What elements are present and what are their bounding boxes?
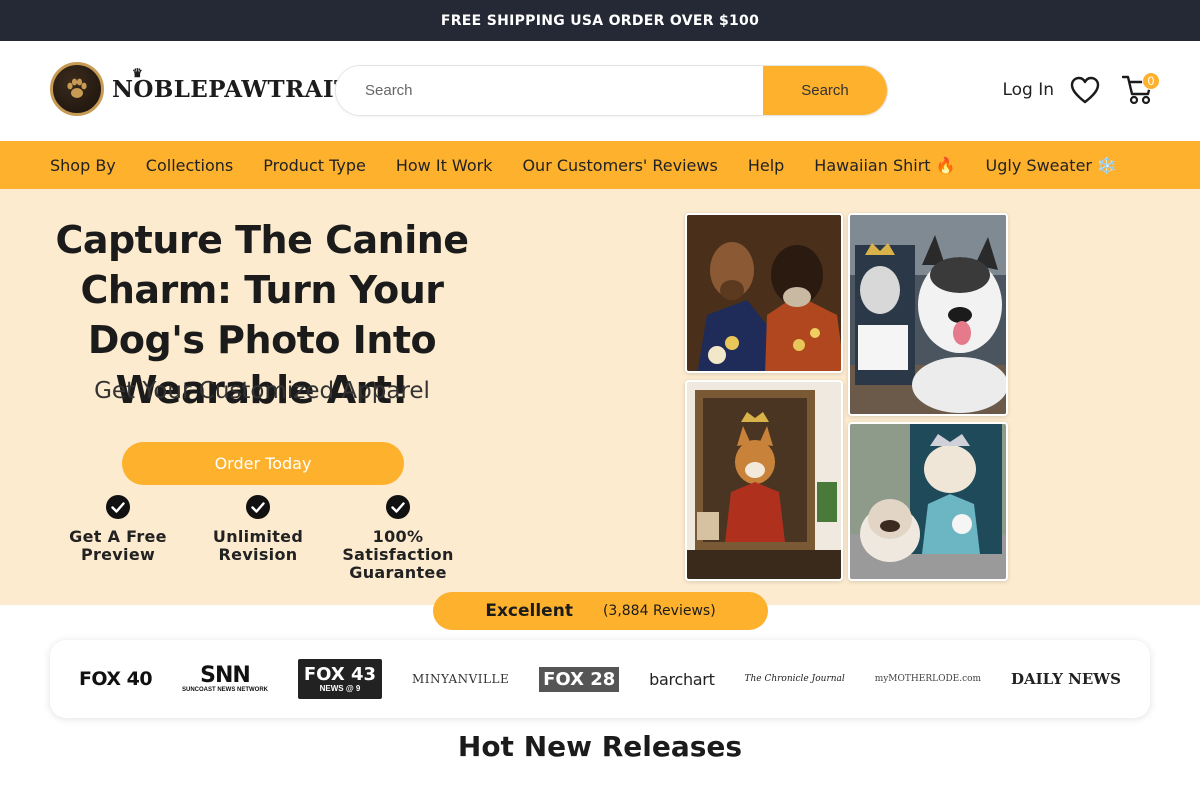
feature-label: 100% Satisfaction Guarantee <box>342 527 454 582</box>
site-header: ♛ NOBLEPAWTRAIT Search Log In 0 <box>0 41 1200 141</box>
press-logo-snn: SNN SUNCOAST NEWS NETWORK <box>182 663 268 694</box>
check-circle-icon <box>386 495 410 519</box>
cart-count-badge: 0 <box>1142 72 1160 90</box>
check-circle-icon <box>106 495 130 519</box>
bulldog-photo-image <box>848 422 1008 581</box>
corgi-portrait-image <box>685 380 843 581</box>
press-logo-chronicle-journal: The Chronicle Journal <box>744 674 845 684</box>
review-count: (3,884 Reviews) <box>602 603 716 619</box>
press-logo-mymotherlode: myMOTHERLODE.com <box>874 674 982 684</box>
press-logo-barchart: barchart <box>649 669 715 689</box>
press-logo-minyanville: MINYANVILLE <box>411 672 510 686</box>
press-logo-daily-news: DAILY NEWS <box>1010 670 1121 688</box>
nav-item-ugly-sweater[interactable]: Ugly Sweater ❄️ <box>986 156 1117 175</box>
press-logo-fox28: FOX 28 <box>539 659 620 699</box>
order-today-button[interactable]: Order Today <box>122 442 404 485</box>
announcement-text: FREE SHIPPING USA ORDER OVER $100 <box>440 12 760 29</box>
hot-new-releases-heading: Hot New Releases <box>457 730 743 763</box>
reviews-badge[interactable]: Excellent (3,884 Reviews) <box>433 592 768 630</box>
nav-item-product-type[interactable]: Product Type <box>263 156 366 175</box>
rating-label: Excellent <box>485 601 573 621</box>
brand-name: ♛ NOBLEPAWTRAIT <box>112 65 352 103</box>
nav-item-hawaiian-shirt[interactable]: Hawaiian Shirt 🔥 <box>814 156 955 175</box>
search-input[interactable] <box>336 66 763 115</box>
paw-badge-icon <box>50 62 104 116</box>
press-logo-fox43: FOX 43 NEWS @ 9 <box>297 659 383 699</box>
feature-free-preview: Get A Free Preview <box>48 495 188 564</box>
heart-icon[interactable] <box>1070 76 1100 104</box>
nav-item-how-it-work[interactable]: How It Work <box>396 156 493 175</box>
nav-item-help[interactable]: Help <box>748 156 784 175</box>
main-nav: Shop By Collections Product Type How It … <box>0 141 1200 189</box>
nav-item-reviews[interactable]: Our Customers' Reviews <box>522 156 717 175</box>
site-logo[interactable]: ♛ NOBLEPAWTRAIT <box>50 62 352 116</box>
cart-button[interactable]: 0 <box>1121 72 1160 106</box>
hero-subtitle: Get Your Customized Apparel <box>94 378 430 404</box>
feature-satisfaction-guarantee: 100% Satisfaction Guarantee <box>328 495 468 582</box>
feature-unlimited-revision: Unlimited Revision <box>188 495 328 564</box>
husky-photo-image <box>848 213 1008 416</box>
search-button[interactable]: Search <box>763 66 887 115</box>
crown-icon: ♛ <box>132 65 144 80</box>
press-logos-bar: FOX 40 SNN SUNCOAST NEWS NETWORK FOX 43 … <box>50 640 1150 718</box>
hero-banner: Capture The Canine Charm: Turn Your Dog'… <box>0 189 1200 605</box>
header-actions: Log In 0 <box>1002 72 1160 106</box>
search-bar: Search <box>335 65 888 116</box>
press-logo-fox40: FOX 40 <box>78 668 153 690</box>
dog-portrait-two-dogs-image <box>685 213 843 373</box>
feature-label: Get A Free Preview <box>69 527 167 564</box>
nav-item-shop-by[interactable]: Shop By <box>50 156 116 175</box>
announcement-bar: FREE SHIPPING USA ORDER OVER $100 <box>0 0 1200 41</box>
login-link[interactable]: Log In <box>1002 80 1054 100</box>
feature-label: Unlimited Revision <box>212 527 304 564</box>
nav-item-collections[interactable]: Collections <box>146 156 233 175</box>
check-circle-icon <box>246 495 270 519</box>
